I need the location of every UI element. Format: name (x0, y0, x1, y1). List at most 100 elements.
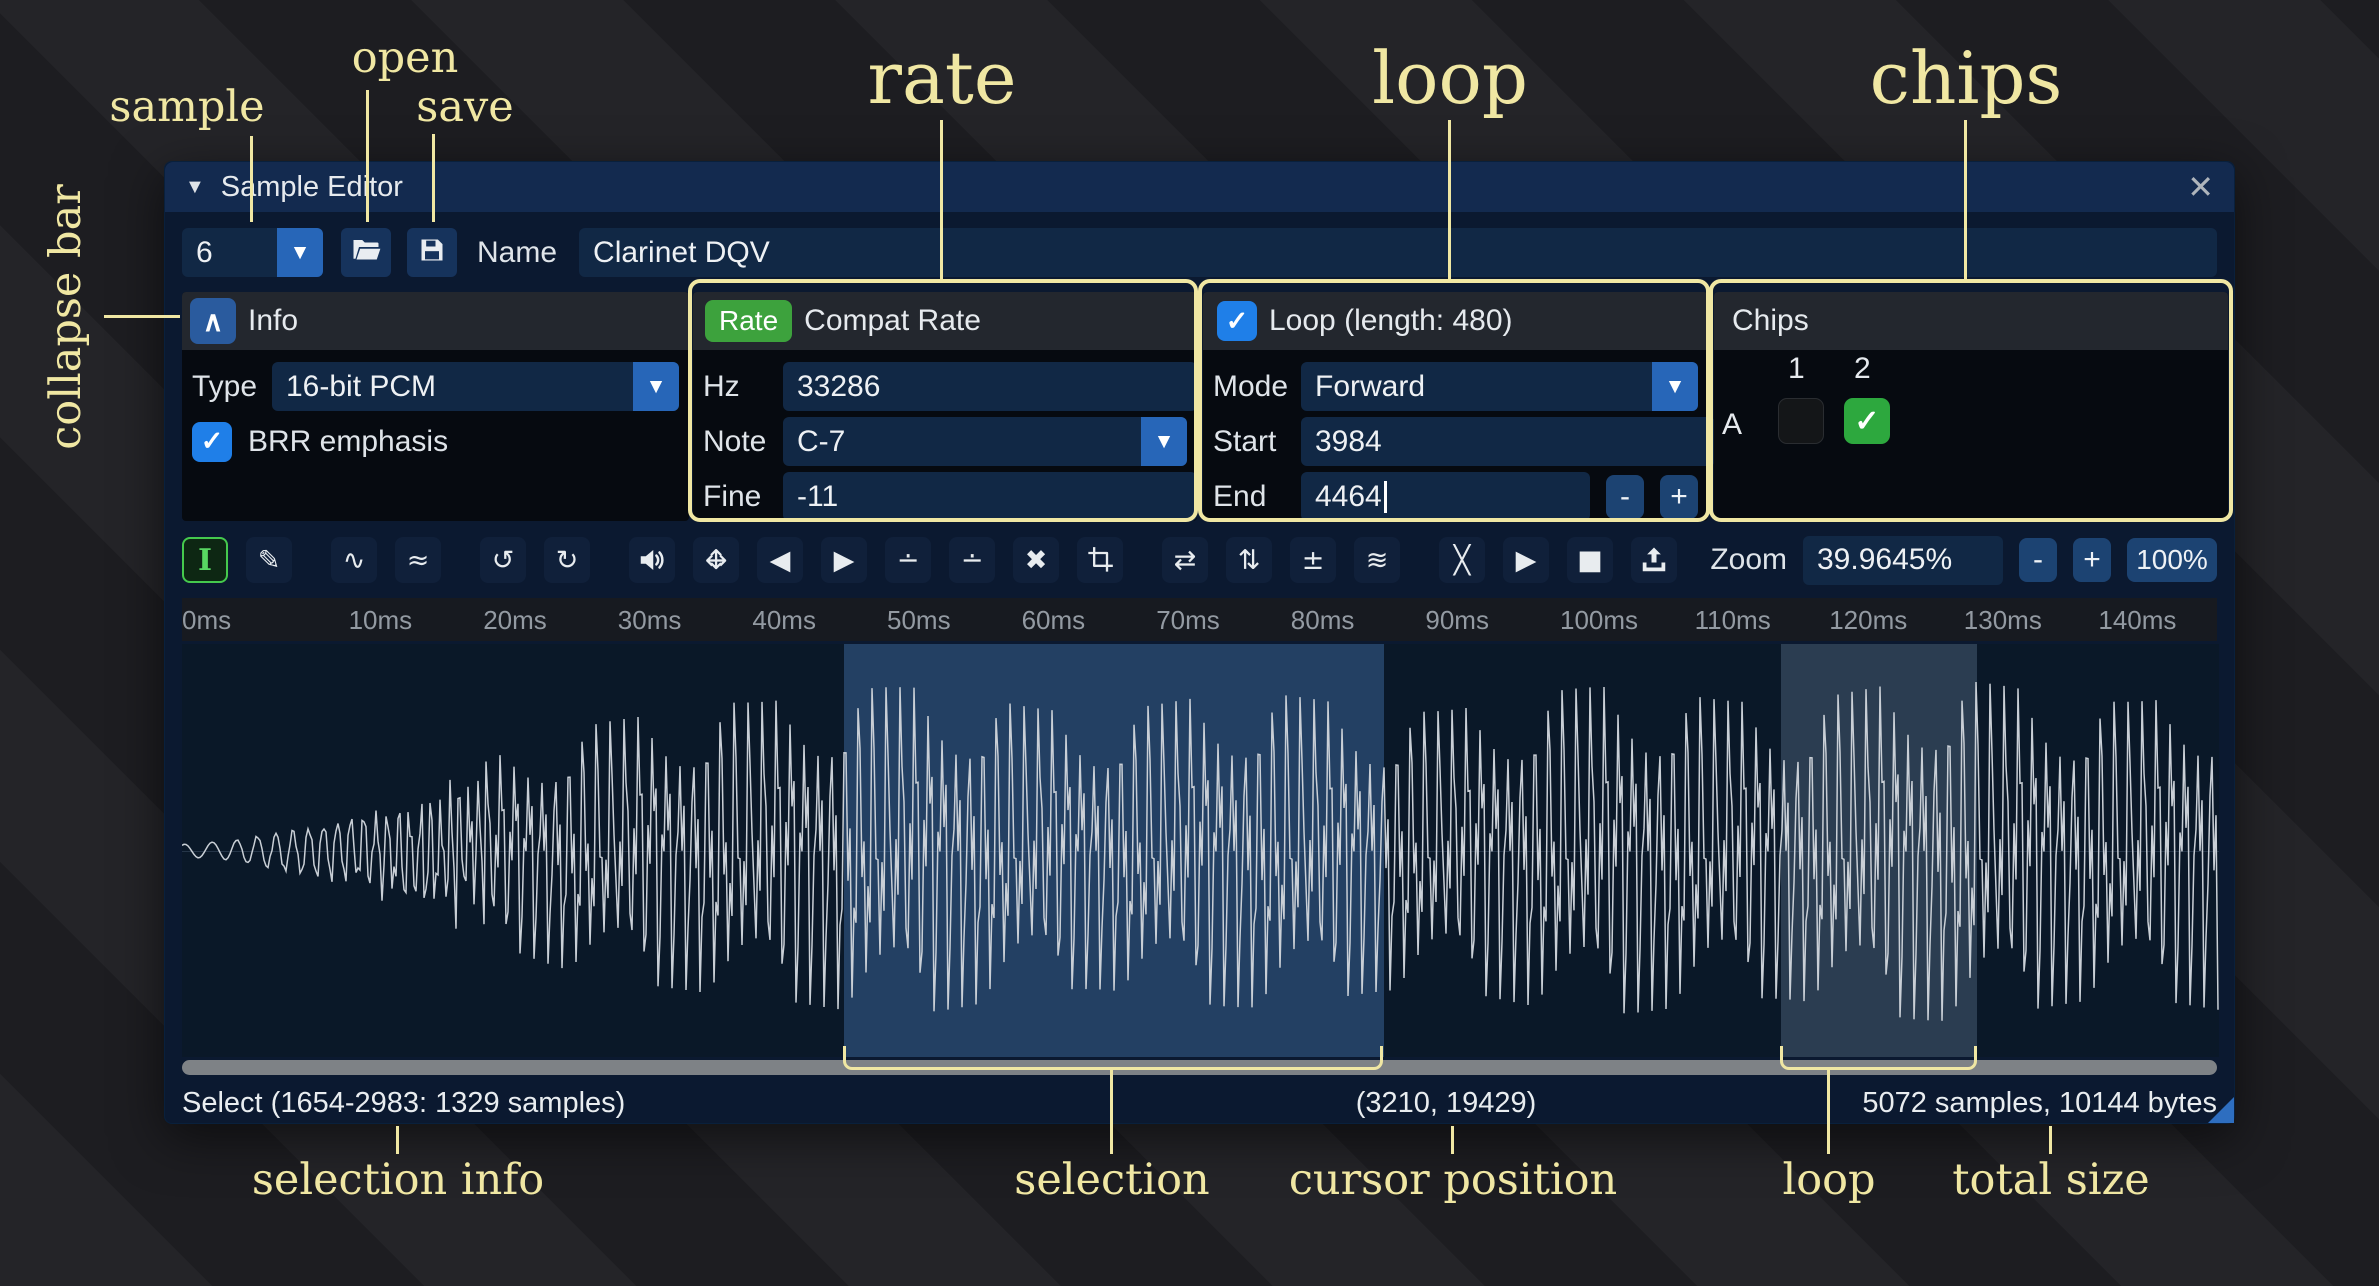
chevron-down-icon[interactable]: ▼ (277, 228, 323, 277)
zoom-label: Zoom (1710, 543, 1787, 577)
filter-button[interactable]: ≋ (1354, 537, 1400, 583)
apply-silence-button[interactable]: ∸ (949, 537, 995, 583)
preview-button[interactable]: ▶ (1503, 537, 1549, 583)
note-label: Note (703, 425, 783, 459)
annotation-chips-label: chips (1870, 36, 2063, 120)
insert-silence-button[interactable]: ∸ (885, 537, 931, 583)
stop-preview-button[interactable]: ■ (1567, 537, 1613, 583)
rate-header: Rate Compat Rate (693, 292, 1197, 350)
ruler-label: 90ms (1425, 605, 1489, 636)
status-total-size: 5072 samples, 10144 bytes (1862, 1087, 2217, 1120)
amplify-button[interactable] (629, 537, 675, 583)
resample-button[interactable]: ≈ (395, 537, 441, 583)
loop-mode-select[interactable]: Forward ▼ (1301, 362, 1698, 411)
chevron-down-icon[interactable]: ▼ (1141, 417, 1187, 466)
sample-number-select[interactable]: 6 ▼ (182, 228, 323, 277)
reverse-button[interactable]: ⇄ (1162, 537, 1208, 583)
ruler-label: 40ms (752, 605, 816, 636)
invert-button[interactable]: ⇅ (1226, 537, 1272, 583)
info-section-title: Info (248, 304, 298, 338)
import-button[interactable] (1631, 537, 1677, 583)
sections-row: ∧ Info Type 16-bit PCM ▼ ✓ BRR emphasis (182, 292, 2228, 521)
rate-section: Rate Compat Rate Hz - + Note C-7 ▼ (693, 292, 1197, 521)
loop-mode-value: Forward (1301, 362, 1652, 411)
collapse-info-button[interactable]: ∧ (190, 298, 236, 344)
annotation-total-size-line (2049, 1126, 2052, 1154)
fade-out-button[interactable]: ▶ (821, 537, 867, 583)
select-mode-button[interactable]: I (182, 537, 228, 583)
titlebar[interactable]: ▼ Sample Editor ✕ (165, 162, 2234, 212)
mode-label: Mode (1213, 370, 1301, 404)
annotation-open-line (366, 90, 369, 222)
loop-section: ✓ Loop (length: 480) Mode Forward ▼ Star… (1203, 292, 1708, 521)
save-button[interactable] (407, 228, 457, 277)
open-button[interactable] (341, 228, 391, 277)
resize-button[interactable]: ∿ (331, 537, 377, 583)
ruler-label: 130ms (1964, 605, 2042, 636)
desktop-background: sample open save rate loop chips collaps… (0, 0, 2379, 1286)
annotation-selection-info-label: selection info (252, 1155, 544, 1205)
waveform-svg (182, 644, 2219, 1057)
check-icon: ✓ (1226, 306, 1249, 337)
loop-end-plus-button[interactable]: + (1660, 475, 1698, 519)
annotation-loop-label: loop (1372, 36, 1528, 120)
fade-in-button[interactable]: ◀ (757, 537, 803, 583)
draw-mode-button[interactable]: ✎ (246, 537, 292, 583)
trim-button[interactable] (1077, 537, 1123, 583)
waveform-area[interactable] (182, 644, 2219, 1057)
ruler[interactable]: 0ms10ms20ms30ms40ms50ms60ms70ms80ms90ms1… (182, 598, 2217, 641)
rate-badge[interactable]: Rate (705, 300, 792, 342)
annotation-cursor-line (1451, 1126, 1454, 1154)
info-header: ∧ Info (182, 292, 689, 350)
window-collapse-icon[interactable]: ▼ (185, 176, 205, 199)
ruler-label: 20ms (483, 605, 547, 636)
zoom-controls: Zoom - + 100% (1710, 536, 2217, 585)
loop-end-input[interactable]: 4464 (1301, 472, 1590, 521)
chip-row-a-label: A (1722, 408, 1742, 442)
crossfade-button[interactable]: ╳ (1439, 537, 1485, 583)
chip-column-1-label: 1 (1788, 352, 1805, 386)
chips-section: Chips 1 2 A ✓ (1714, 292, 2228, 521)
sample-name-input[interactable] (579, 228, 2217, 277)
normalize-button[interactable]: ↔↕ (693, 537, 739, 583)
annotation-loop-line (1448, 120, 1451, 280)
horizontal-scrollbar[interactable] (182, 1060, 2217, 1075)
loop-header: ✓ Loop (length: 480) (1203, 292, 1708, 350)
annotation-open-label: open (352, 33, 459, 83)
loop-start-input[interactable] (1301, 417, 1715, 466)
loop-end-minus-button[interactable]: - (1606, 475, 1644, 519)
info-section: ∧ Info Type 16-bit PCM ▼ ✓ BRR emphasis (182, 292, 689, 521)
close-icon[interactable]: ✕ (2187, 168, 2214, 206)
ruler-label: 120ms (1829, 605, 1907, 636)
redo-button[interactable]: ↻ (544, 537, 590, 583)
floppy-save-icon (418, 236, 446, 269)
zoom-input[interactable] (1803, 536, 2003, 585)
annotation-loop-bottom-label: loop (1782, 1155, 1875, 1205)
type-label: Type (192, 370, 272, 404)
note-select[interactable]: C-7 ▼ (783, 417, 1187, 466)
chevron-down-icon[interactable]: ▼ (633, 362, 679, 411)
zoom-in-button[interactable]: + (2073, 538, 2111, 582)
annotation-collapse-line (104, 315, 180, 318)
undo-button[interactable]: ↺ (480, 537, 526, 583)
annotation-total-size-label: total size (1952, 1155, 2149, 1205)
sign-flip-button[interactable]: ± (1290, 537, 1336, 583)
loop-enable-checkbox[interactable]: ✓ (1217, 301, 1257, 341)
chevron-down-icon[interactable]: ▼ (1652, 362, 1698, 411)
text-caret (1384, 481, 1387, 513)
brr-emphasis-checkbox[interactable]: ✓ (192, 422, 232, 462)
chip-a2-checkbox[interactable]: ✓ (1844, 398, 1890, 444)
chip-a1-checkbox[interactable] (1778, 398, 1824, 444)
ruler-label: 0ms (182, 605, 231, 636)
delete-button[interactable]: ✖ (1013, 537, 1059, 583)
rate-section-title: Compat Rate (804, 304, 981, 338)
annotation-sample-label: sample (109, 82, 264, 132)
annotation-selection-line (1110, 1069, 1113, 1154)
zoom-reset-button[interactable]: 100% (2127, 538, 2217, 582)
resize-grip[interactable] (2208, 1097, 2234, 1123)
status-selection-info: Select (1654-2983: 1329 samples) (182, 1087, 625, 1120)
hz-input[interactable] (783, 362, 1197, 411)
sample-type-select[interactable]: 16-bit PCM ▼ (272, 362, 679, 411)
fine-input[interactable] (783, 472, 1197, 521)
zoom-out-button[interactable]: - (2019, 538, 2057, 582)
